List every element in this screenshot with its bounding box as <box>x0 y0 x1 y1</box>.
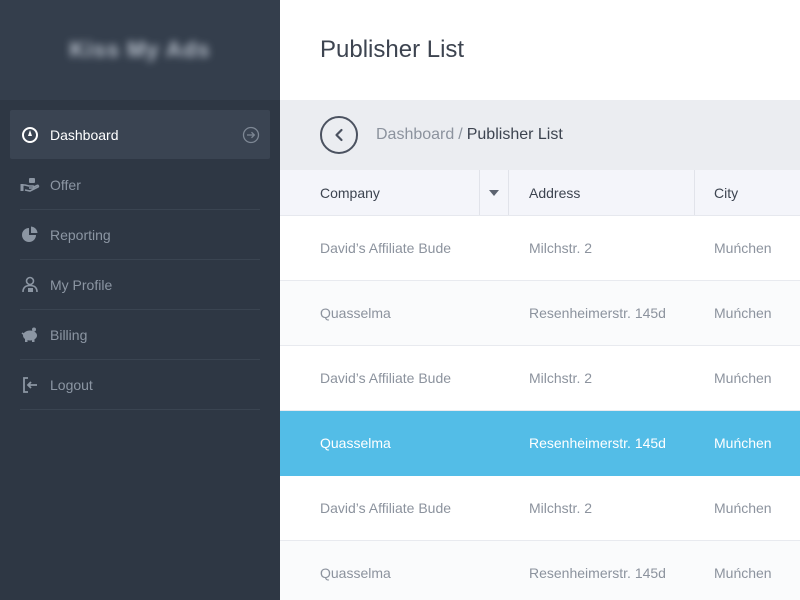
cell-company: David’s Affiliate Bude <box>320 370 452 386</box>
sidebar: Kiss My Ads Dashboard Offer Reporting My… <box>0 0 280 600</box>
logout-icon <box>20 375 40 395</box>
hand-offer-icon <box>20 175 40 195</box>
cell-city: Muńchen <box>714 435 772 451</box>
table-row-selected[interactable]: Quasselma Resenheimerstr. 145d Muńchen <box>280 411 800 476</box>
sidebar-nav: Dashboard Offer Reporting My Profile Bil… <box>0 100 280 410</box>
cell-address: Milchstr. 2 <box>529 240 593 256</box>
sidebar-item-dashboard[interactable]: Dashboard <box>10 110 270 159</box>
page-header: Publisher List <box>280 0 800 100</box>
brand-logo-area[interactable]: Kiss My Ads <box>0 0 280 100</box>
caret-down-icon <box>489 189 499 196</box>
cell-city: Muńchen <box>714 500 772 516</box>
breadcrumb: Dashboard / Publisher List <box>280 100 800 170</box>
breadcrumb-current: Publisher List <box>466 126 563 143</box>
breadcrumb-link-dashboard[interactable]: Dashboard <box>376 126 454 144</box>
table-row[interactable]: Quasselma Resenheimerstr. 145d Muńchen <box>280 541 800 600</box>
column-header-city[interactable]: City <box>695 170 800 215</box>
cell-company: David’s Affiliate Bude <box>320 240 452 256</box>
table-row[interactable]: Quasselma Resenheimerstr. 145d Muńchen <box>280 281 800 346</box>
publisher-table: Company Address City David’s Affiliate B… <box>280 170 800 600</box>
sidebar-item-label: Reporting <box>50 226 111 243</box>
cell-city: Muńchen <box>714 305 772 321</box>
cell-address: Resenheimerstr. 145d <box>529 305 666 321</box>
cell-address: Milchstr. 2 <box>529 370 593 386</box>
table-row[interactable]: David’s Affiliate Bude Milchstr. 2 Muńch… <box>280 216 800 281</box>
page-title: Publisher List <box>320 36 465 63</box>
table-header: Company Address City <box>280 170 800 216</box>
cell-company: David’s Affiliate Bude <box>320 500 452 516</box>
sidebar-item-label: Logout <box>50 376 93 393</box>
table-row[interactable]: David’s Affiliate Bude Milchstr. 2 Muńch… <box>280 476 800 541</box>
cell-address: Resenheimerstr. 145d <box>529 435 666 451</box>
sidebar-item-label: Billing <box>50 326 88 343</box>
profile-icon <box>20 275 40 295</box>
back-button[interactable] <box>320 116 358 154</box>
sidebar-item-logout[interactable]: Logout <box>20 360 260 410</box>
column-header-address[interactable]: Address <box>509 170 695 215</box>
cell-address: Milchstr. 2 <box>529 500 593 516</box>
cell-city: Muńchen <box>714 240 772 256</box>
piggy-bank-icon <box>20 325 40 345</box>
sidebar-item-my-profile[interactable]: My Profile <box>20 260 260 310</box>
pie-chart-icon <box>20 225 40 245</box>
breadcrumb-separator: / <box>458 126 463 143</box>
cell-company: Quasselma <box>320 435 391 451</box>
cell-address: Resenheimerstr. 145d <box>529 565 666 581</box>
cell-city: Muńchen <box>714 565 772 581</box>
sidebar-item-offer[interactable]: Offer <box>20 160 260 210</box>
column-header-company[interactable]: Company <box>280 170 479 215</box>
sidebar-item-billing[interactable]: Billing <box>20 310 260 360</box>
sidebar-item-label: My Profile <box>50 276 113 293</box>
cell-company: Quasselma <box>320 305 391 321</box>
sidebar-item-label: Dashboard <box>50 126 119 143</box>
cell-company: Quasselma <box>320 565 391 581</box>
sidebar-item-label: Offer <box>50 176 81 193</box>
chevron-left-icon <box>335 128 343 142</box>
cell-city: Muńchen <box>714 370 772 386</box>
main-content: Publisher List Dashboard / Publisher Lis… <box>280 0 800 600</box>
sidebar-item-reporting[interactable]: Reporting <box>20 210 260 260</box>
arrow-right-circle-icon[interactable] <box>242 126 260 144</box>
table-row[interactable]: David’s Affiliate Bude Milchstr. 2 Muńch… <box>280 346 800 411</box>
dashboard-icon <box>20 125 40 145</box>
sort-dropdown-button[interactable] <box>479 170 509 215</box>
brand-logo[interactable]: Kiss My Ads <box>69 37 210 63</box>
